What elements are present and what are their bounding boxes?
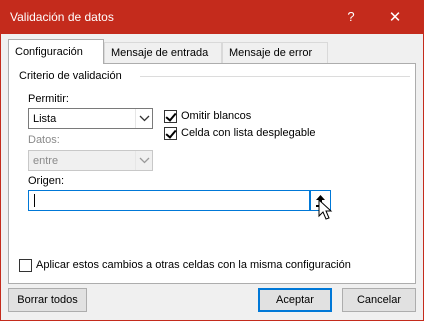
mouse-pointer-icon bbox=[318, 198, 334, 224]
allow-label: Permitir: bbox=[28, 93, 69, 105]
cancel-button[interactable]: Cancelar bbox=[342, 288, 416, 312]
data-selected-value: entre bbox=[33, 155, 59, 167]
ignore-blank-checkbox[interactable] bbox=[164, 110, 177, 123]
tab-label: Configuración bbox=[15, 46, 83, 58]
in-cell-dropdown-label[interactable]: Celda con lista desplegable bbox=[181, 127, 316, 139]
section-title: Criterio de validación bbox=[19, 70, 122, 82]
source-label: Origen: bbox=[28, 175, 65, 187]
in-cell-dropdown-checkbox[interactable] bbox=[164, 127, 177, 140]
settings-panel: Criterio de validación Permitir: Lista O… bbox=[8, 63, 416, 284]
window-title: Validación de datos bbox=[10, 10, 114, 24]
data-validation-dialog: Validación de datos ? ✕ Configuración Me… bbox=[0, 0, 424, 321]
source-input[interactable] bbox=[28, 190, 310, 211]
apply-all-label[interactable]: Aplicar estos cambios a otras celdas con… bbox=[36, 259, 351, 271]
allow-select[interactable]: Lista bbox=[28, 108, 153, 129]
chevron-down-icon bbox=[135, 151, 152, 170]
allow-selected-value: Lista bbox=[33, 113, 57, 125]
tab-label: Mensaje de entrada bbox=[111, 47, 209, 59]
section-divider bbox=[140, 76, 410, 77]
close-button[interactable]: ✕ bbox=[384, 8, 406, 28]
tab-mensaje-de-entrada[interactable]: Mensaje de entrada bbox=[104, 42, 222, 63]
chevron-down-icon[interactable] bbox=[135, 109, 152, 128]
ignore-blank-label[interactable]: Omitir blancos bbox=[181, 110, 251, 122]
data-label: Datos: bbox=[28, 134, 60, 146]
clear-all-button[interactable]: Borrar todos bbox=[8, 288, 87, 312]
tab-label: Mensaje de error bbox=[229, 47, 313, 59]
text-caret bbox=[34, 194, 35, 207]
title-bar: Validación de datos ? ✕ bbox=[1, 1, 423, 34]
ok-button[interactable]: Aceptar bbox=[258, 288, 332, 312]
apply-all-checkbox[interactable] bbox=[19, 259, 32, 272]
tab-mensaje-de-error[interactable]: Mensaje de error bbox=[222, 42, 328, 63]
tab-configuracion[interactable]: Configuración bbox=[8, 39, 104, 64]
data-select: entre bbox=[28, 150, 153, 171]
help-button[interactable]: ? bbox=[341, 9, 361, 27]
